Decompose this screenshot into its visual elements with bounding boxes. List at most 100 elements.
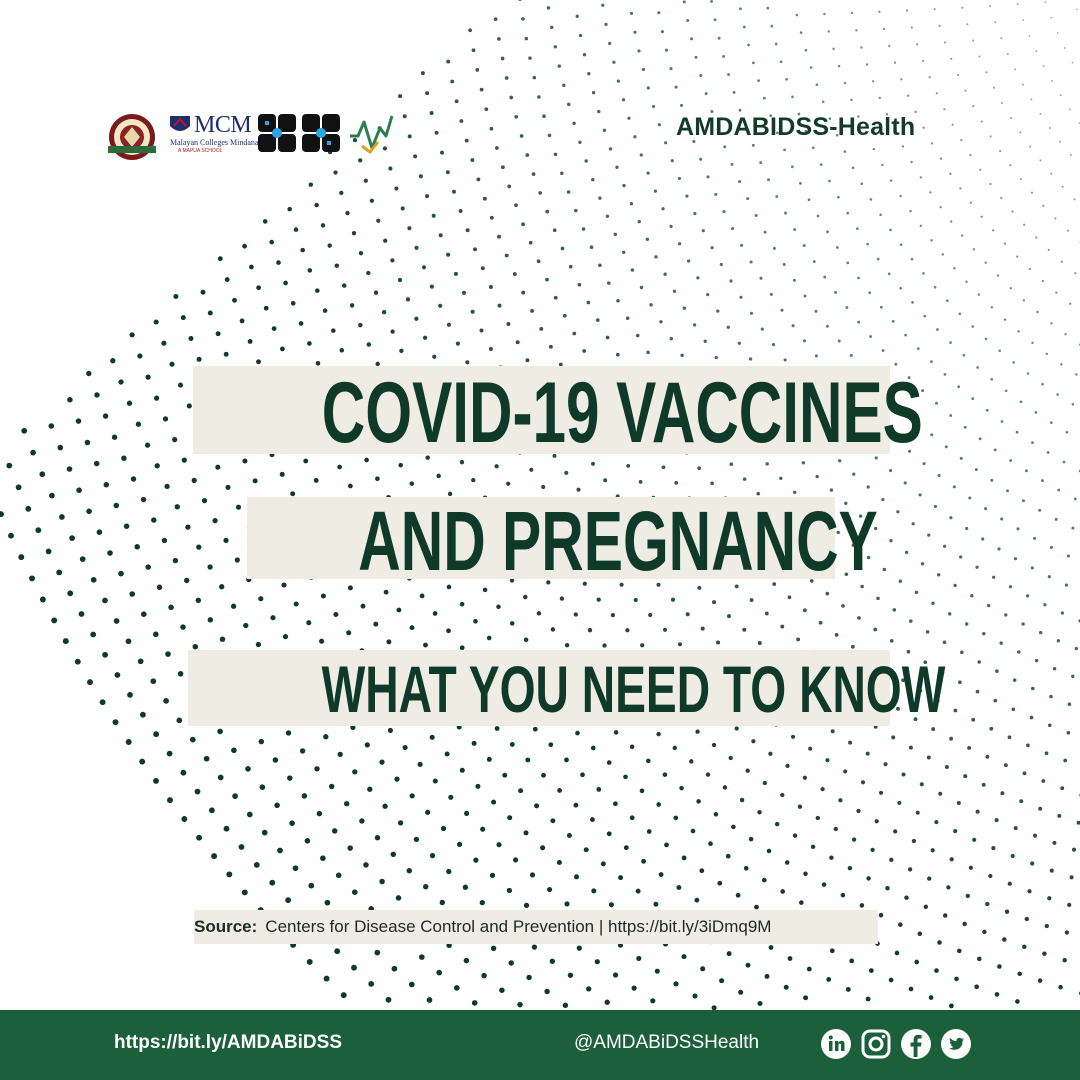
footer-social-handle[interactable]: @AMDABiDSSHealth — [574, 1032, 759, 1054]
background-dot — [961, 6, 964, 9]
background-dot — [1012, 678, 1017, 682]
background-dot — [464, 138, 469, 143]
background-dot — [461, 290, 467, 295]
background-dot — [700, 966, 706, 972]
background-dot — [432, 354, 437, 359]
background-dot — [739, 7, 742, 11]
background-dot — [648, 612, 653, 618]
background-dot — [802, 339, 807, 343]
background-dot — [358, 322, 363, 328]
background-dot — [495, 146, 499, 150]
background-dot — [673, 981, 679, 987]
background-dot — [848, 740, 853, 745]
background-dot — [577, 282, 582, 287]
twitter-icon[interactable] — [940, 1028, 972, 1060]
background-dot — [802, 775, 808, 780]
background-dot — [856, 808, 861, 814]
background-dot — [1036, 310, 1039, 314]
background-dot — [965, 526, 969, 531]
background-dot — [1012, 361, 1015, 364]
linkedin-icon[interactable] — [820, 1028, 852, 1060]
background-dot — [409, 481, 415, 486]
background-dot — [825, 591, 830, 596]
background-dot — [694, 55, 698, 59]
background-dot — [1063, 758, 1068, 763]
background-dot — [207, 564, 213, 570]
background-dot — [1007, 735, 1012, 740]
background-dot — [450, 79, 455, 84]
background-dot — [960, 650, 964, 655]
background-dot — [507, 815, 513, 821]
background-dot — [942, 640, 947, 645]
background-dot — [958, 680, 962, 685]
background-dot — [1049, 868, 1054, 873]
background-dot — [652, 104, 656, 108]
background-dot — [779, 476, 783, 481]
background-dot — [909, 619, 913, 623]
background-dot — [1060, 260, 1063, 263]
background-dot — [749, 260, 753, 264]
background-dot — [397, 277, 403, 283]
background-dot — [975, 809, 980, 814]
background-dot — [163, 698, 169, 704]
background-dot — [496, 842, 502, 848]
background-dot — [347, 845, 353, 851]
background-dot — [1022, 299, 1026, 302]
background-dot — [514, 203, 518, 208]
background-dot — [1076, 820, 1080, 825]
background-dot — [1024, 916, 1029, 922]
background-dot — [821, 100, 825, 104]
background-dot — [253, 861, 260, 868]
background-dot — [597, 109, 601, 114]
background-dot — [692, 993, 698, 999]
background-dot — [1038, 806, 1043, 811]
background-dot — [851, 166, 855, 170]
background-dot — [79, 556, 86, 562]
facebook-icon[interactable] — [900, 1028, 932, 1060]
background-dot — [406, 867, 413, 874]
background-dot — [545, 277, 549, 282]
background-dot — [113, 618, 120, 624]
background-dot — [690, 37, 694, 41]
background-dot — [1013, 826, 1018, 831]
background-dot — [838, 798, 843, 803]
background-dot — [196, 834, 203, 841]
background-dot — [796, 637, 801, 642]
source-citation: Source: Centers for Disease Control and … — [194, 910, 878, 944]
background-dot — [1076, 8, 1078, 11]
background-dot — [660, 30, 664, 34]
background-dot — [0, 511, 4, 518]
background-dot — [578, 140, 582, 145]
background-dot — [772, 246, 776, 250]
background-dot — [612, 60, 616, 64]
background-dot — [446, 322, 451, 327]
background-dot — [980, 120, 983, 123]
background-dot — [1045, 352, 1049, 356]
background-dot — [480, 826, 486, 832]
background-dot — [279, 471, 285, 477]
background-dot — [102, 651, 109, 658]
footer-url-link[interactable]: https://bit.ly/AMDABiDSS — [114, 1032, 342, 1054]
background-dot — [860, 182, 864, 185]
background-dot — [931, 601, 935, 606]
background-dot — [1064, 583, 1069, 587]
background-dot — [964, 622, 969, 626]
background-dot — [725, 853, 731, 859]
background-dot — [30, 449, 36, 456]
background-dot — [857, 276, 860, 280]
background-dot — [1034, 658, 1039, 663]
background-dot — [823, 12, 826, 16]
background-dot — [993, 86, 996, 89]
background-dot — [1034, 411, 1038, 414]
background-dot — [762, 780, 767, 786]
background-dot — [293, 227, 299, 232]
background-dot — [742, 477, 747, 481]
background-dot — [1069, 875, 1074, 880]
background-dot — [1011, 210, 1014, 213]
background-dot — [1003, 242, 1007, 245]
instagram-icon[interactable] — [860, 1028, 892, 1060]
background-dot — [1028, 267, 1031, 271]
background-dot — [1017, 330, 1020, 333]
background-dot — [873, 627, 878, 632]
background-dot — [591, 461, 595, 466]
